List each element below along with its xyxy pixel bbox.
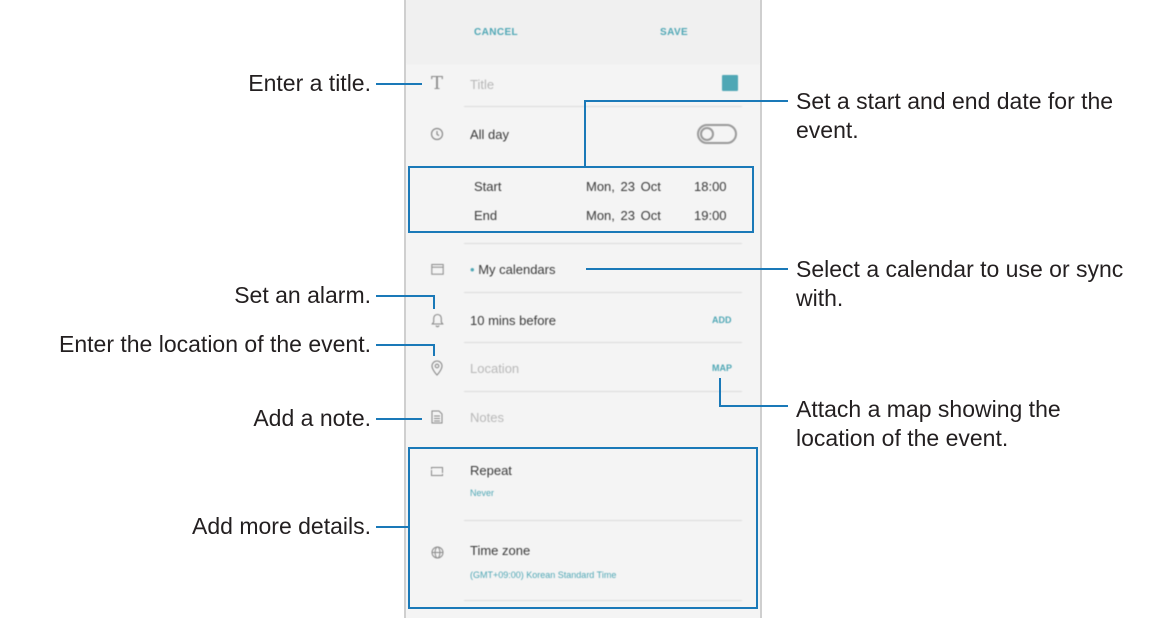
callout-location: Enter the location of the event.	[59, 331, 371, 357]
callout-line	[586, 268, 788, 270]
callout-line	[376, 418, 422, 420]
callout-line	[376, 344, 435, 346]
add-alarm-button[interactable]: ADD	[712, 315, 732, 325]
divider	[464, 342, 742, 343]
callout-line	[433, 295, 435, 309]
cancel-button[interactable]: CANCEL	[474, 27, 518, 38]
callout-dates-line2: event.	[796, 117, 859, 143]
calendar-icon	[426, 258, 448, 280]
callout-map-line2: location of the event.	[796, 425, 1009, 451]
more-details-highlight	[408, 447, 758, 609]
all-day-label: All day	[470, 127, 510, 142]
save-button[interactable]: SAVE	[660, 27, 688, 38]
divider	[464, 292, 742, 293]
callout-dates-line1: Set a start and end date for the	[796, 88, 1114, 114]
toggle-knob	[700, 127, 714, 141]
divider	[464, 391, 742, 392]
callout-line	[719, 405, 788, 407]
notes-input[interactable]: Notes	[470, 410, 504, 425]
callout-map-line1: Attach a map showing the	[796, 396, 1061, 422]
callout-alarm: Set an alarm.	[234, 282, 371, 308]
calendar-select[interactable]: • My calendars	[470, 262, 556, 277]
divider	[464, 243, 742, 244]
alarm-value[interactable]: 10 mins before	[470, 313, 556, 328]
divider	[464, 106, 742, 107]
callout-line	[584, 100, 586, 168]
bell-icon	[426, 309, 448, 331]
callout-title: Enter a title.	[248, 70, 371, 96]
callout-line	[376, 526, 410, 528]
title-icon: T	[430, 72, 443, 94]
callout-note: Add a note.	[253, 405, 371, 431]
callout-calendar-line2: with.	[796, 285, 844, 311]
callout-line	[376, 295, 435, 297]
title-input[interactable]: Title	[470, 77, 494, 92]
event-color-swatch[interactable]	[722, 75, 738, 91]
callout-details: Add more details.	[192, 513, 371, 539]
location-input[interactable]: Location	[470, 361, 519, 376]
calendar-label: My calendars	[478, 262, 556, 277]
top-bar: CANCEL SAVE	[406, 0, 760, 64]
location-pin-icon	[426, 357, 448, 379]
callout-line	[584, 100, 788, 102]
all-day-toggle[interactable]	[697, 124, 737, 144]
note-icon	[426, 406, 448, 428]
calendar-color-dot: •	[470, 262, 475, 277]
callout-calendar-line1: Select a calendar to use or sync	[796, 256, 1124, 282]
map-button[interactable]: MAP	[712, 363, 732, 373]
date-range-highlight	[408, 166, 754, 233]
callout-line	[433, 344, 435, 356]
callout-line	[719, 378, 721, 407]
clock-icon	[426, 123, 448, 145]
callout-line	[376, 83, 422, 85]
